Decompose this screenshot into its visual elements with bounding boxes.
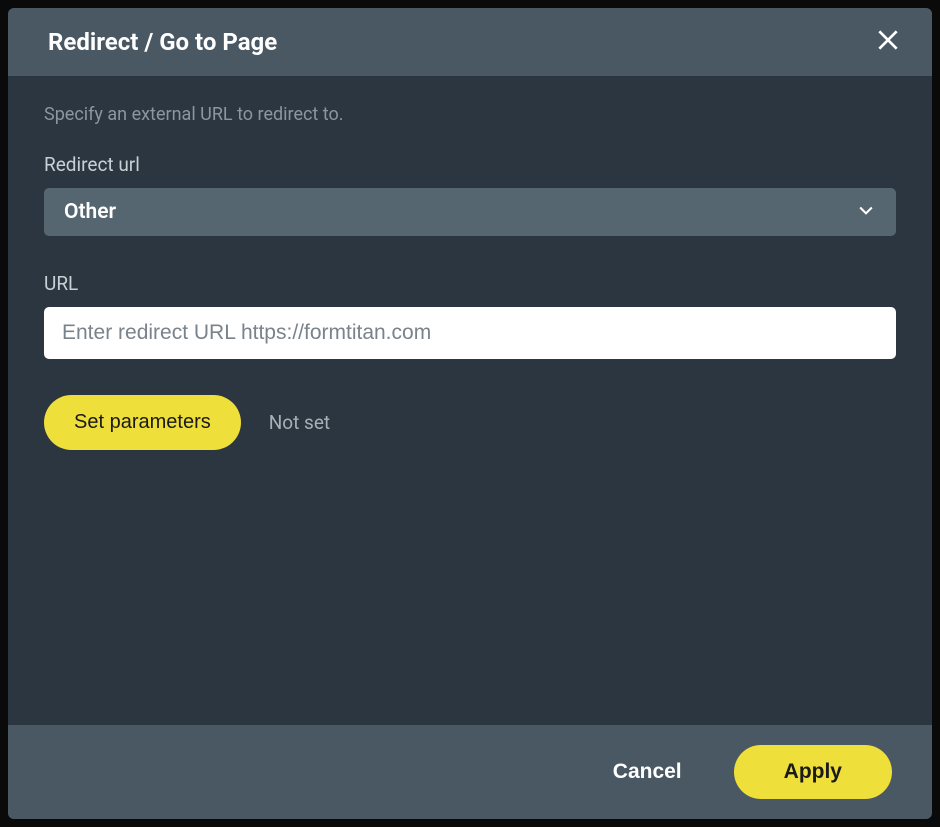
parameters-row: Set parameters Not set xyxy=(44,395,896,450)
dialog-header: Redirect / Go to Page xyxy=(8,8,932,76)
dialog-body: Specify an external URL to redirect to. … xyxy=(8,76,932,725)
dialog-title: Redirect / Go to Page xyxy=(48,28,277,56)
set-parameters-button[interactable]: Set parameters xyxy=(44,395,241,450)
redirect-url-label: Redirect url xyxy=(44,153,896,176)
close-button[interactable] xyxy=(872,26,904,58)
close-icon xyxy=(875,27,901,57)
cancel-button[interactable]: Cancel xyxy=(613,760,682,784)
apply-button[interactable]: Apply xyxy=(734,745,892,799)
url-input[interactable] xyxy=(44,307,896,359)
parameters-status: Not set xyxy=(269,411,330,434)
chevron-down-icon xyxy=(856,200,876,224)
redirect-url-dropdown[interactable]: Other xyxy=(44,188,896,236)
redirect-dialog: Redirect / Go to Page Specify an externa… xyxy=(8,8,932,819)
redirect-url-value: Other xyxy=(64,200,116,224)
dialog-footer: Cancel Apply xyxy=(8,725,932,819)
dialog-description: Specify an external URL to redirect to. xyxy=(44,104,896,125)
url-label: URL xyxy=(44,272,896,295)
